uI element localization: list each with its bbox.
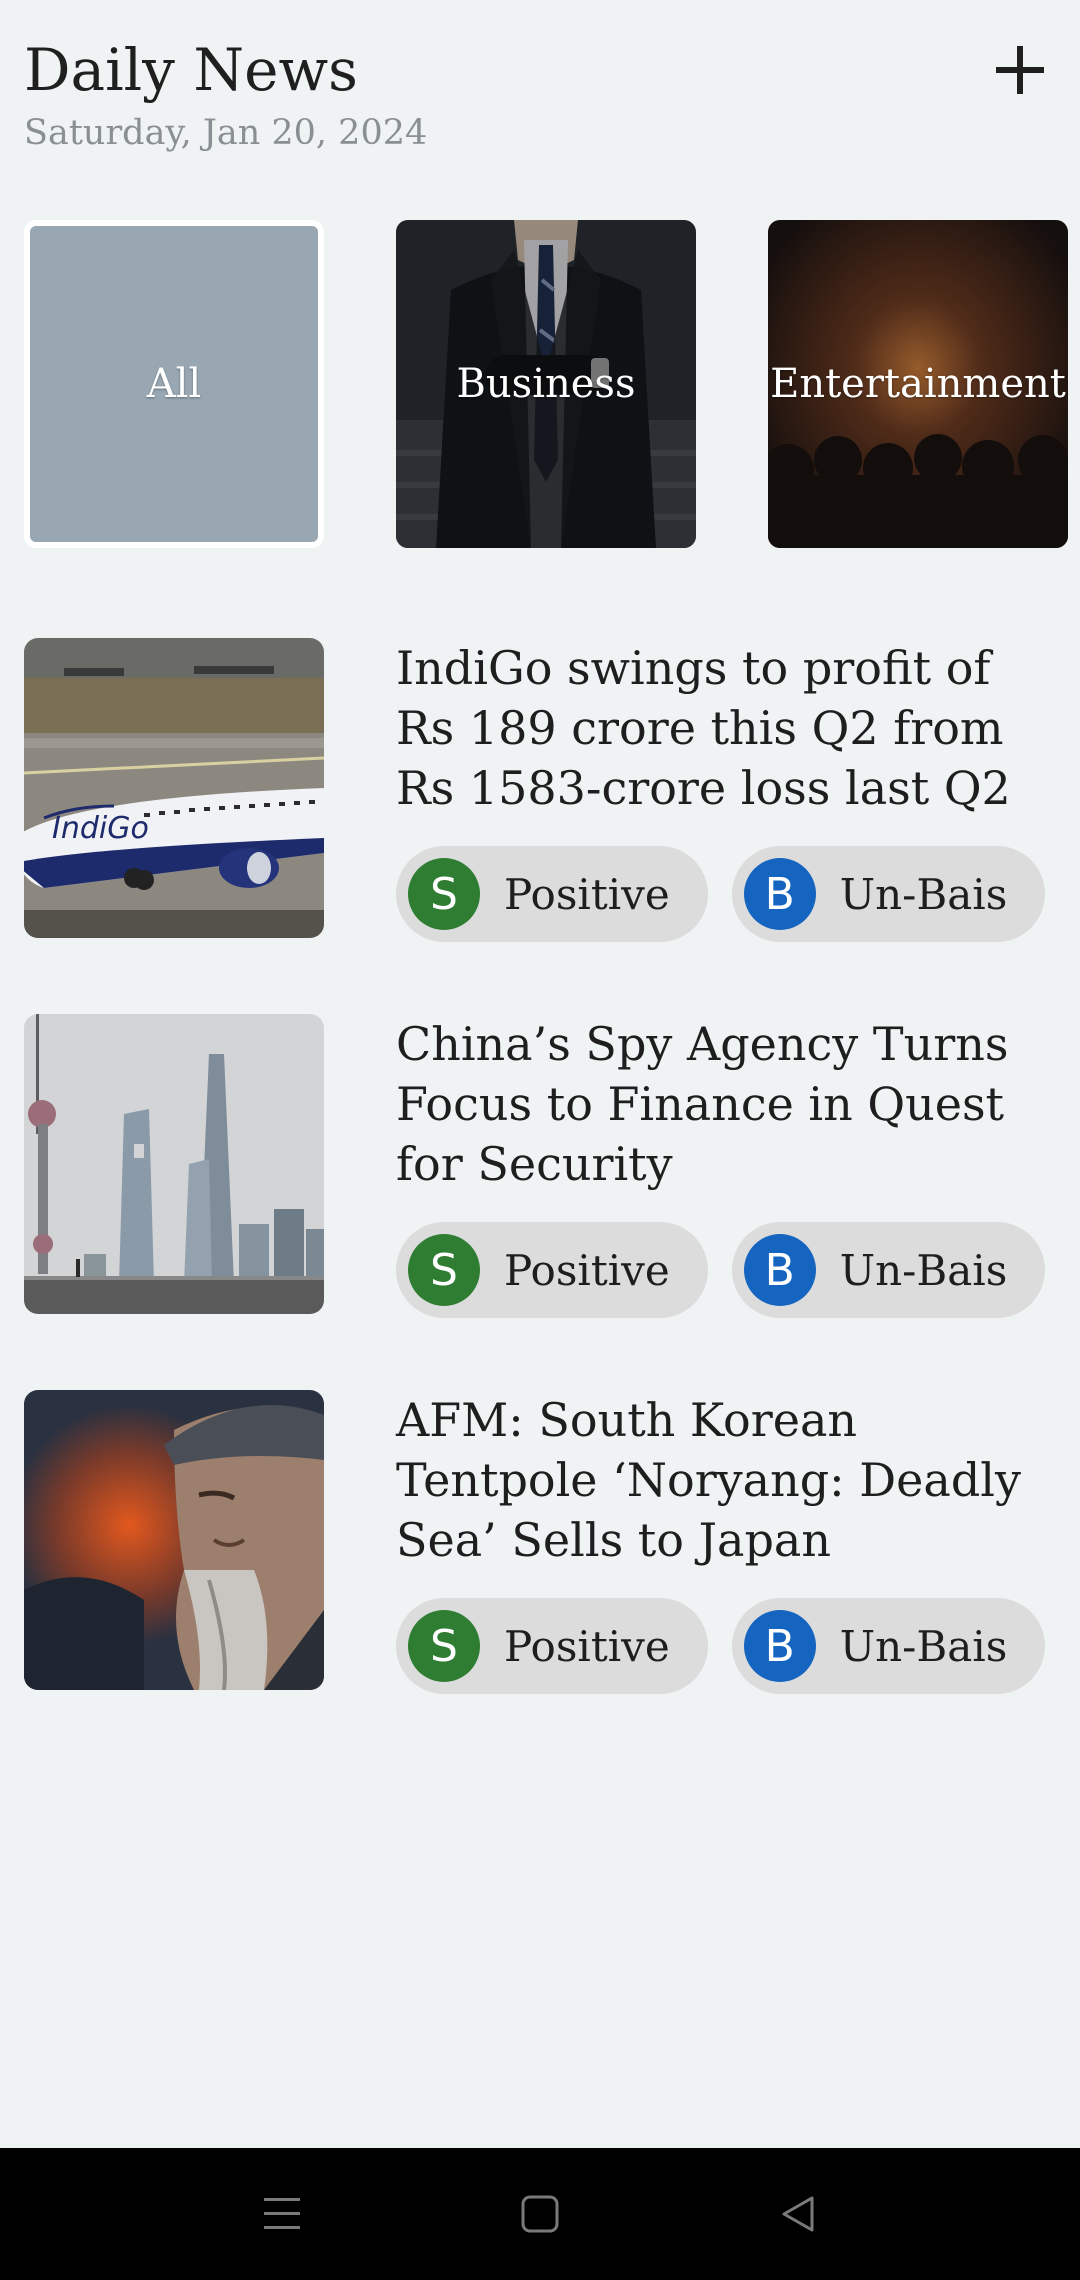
sentiment-chip[interactable]: S Positive <box>396 1222 708 1318</box>
bias-avatar: B <box>743 1610 816 1682</box>
bias-label: Un-Bais <box>839 869 1008 919</box>
sentiment-avatar: S <box>408 858 480 930</box>
article-headline: IndiGo swings to profit of Rs 189 crore … <box>396 641 1011 815</box>
sentiment-avatar: S <box>408 1234 480 1306</box>
airplane-image: IndiGo <box>24 638 324 938</box>
category-label: All <box>146 361 202 407</box>
current-date: Saturday, Jan 20, 2024 <box>24 113 428 153</box>
bias-chip[interactable]: B Un-Bais <box>731 1222 1046 1318</box>
back-button[interactable] <box>762 2178 834 2250</box>
sentiment-avatar: S <box>408 1610 480 1682</box>
category-card-business[interactable]: Business <box>396 220 696 548</box>
article-headline: China’s Spy Agency Turns Focus to Financ… <box>396 1017 1009 1191</box>
bias-label: Un-Bais <box>839 1621 1008 1671</box>
system-navigation-bar <box>0 2148 1080 2280</box>
news-item[interactable]: AFM: South Korean Tentpole ‘Noryang: Dea… <box>24 1390 1056 1710</box>
shanghai-skyline-image <box>24 1014 324 1314</box>
article-tags: S Positive B Un-Bais <box>396 1222 1046 1318</box>
article-headline: AFM: South Korean Tentpole ‘Noryang: Dea… <box>396 1393 1021 1567</box>
article-thumbnail <box>24 1390 324 1690</box>
app-header: Daily News Saturday, Jan 20, 2024 <box>24 34 1056 164</box>
add-button[interactable] <box>984 34 1056 106</box>
article-thumbnail <box>24 1014 324 1314</box>
category-label: Business <box>456 361 636 407</box>
bias-chip[interactable]: B Un-Bais <box>731 846 1046 942</box>
news-item[interactable]: IndiGo IndiGo swings to profit of Rs 189… <box>24 638 1056 958</box>
back-triangle-icon <box>782 2196 814 2232</box>
home-square-icon <box>521 2195 559 2233</box>
category-card-all[interactable]: All <box>24 220 324 548</box>
article-tags: S Positive B Un-Bais <box>396 1598 1046 1694</box>
category-selector: All Business Entertainment <box>24 220 1080 550</box>
bias-label: Un-Bais <box>839 1245 1008 1295</box>
category-label: Entertainment <box>770 361 1066 407</box>
article-tags: S Positive B Un-Bais <box>396 846 1046 942</box>
news-item[interactable]: China’s Spy Agency Turns Focus to Financ… <box>24 1014 1056 1334</box>
sentiment-label: Positive <box>504 1621 670 1671</box>
sentiment-label: Positive <box>504 1245 670 1295</box>
recent-apps-button[interactable] <box>246 2178 318 2250</box>
bias-avatar: B <box>743 1234 816 1306</box>
svg-text:IndiGo: IndiGo <box>52 811 149 846</box>
sentiment-label: Positive <box>504 869 670 919</box>
bias-chip[interactable]: B Un-Bais <box>731 1598 1046 1694</box>
sentiment-chip[interactable]: S Positive <box>396 846 708 942</box>
article-thumbnail: IndiGo <box>24 638 324 938</box>
home-button[interactable] <box>504 2178 576 2250</box>
app-title: Daily News <box>24 36 358 104</box>
sentiment-chip[interactable]: S Positive <box>396 1598 708 1694</box>
category-card-entertainment[interactable]: Entertainment <box>768 220 1068 548</box>
menu-icon <box>264 2198 300 2229</box>
plus-icon <box>996 46 1044 94</box>
warrior-portrait-image <box>24 1390 324 1690</box>
bias-avatar: B <box>743 858 816 930</box>
